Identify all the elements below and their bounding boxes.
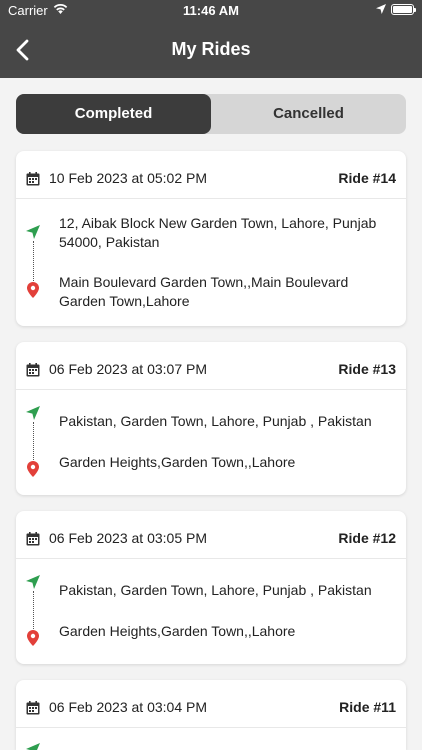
page-title: My Rides (171, 39, 251, 59)
ride-date: 06 Feb 2023 at 03:04 PM (49, 699, 207, 715)
ride-date: 06 Feb 2023 at 03:07 PM (49, 361, 207, 377)
ride-card[interactable]: 06 Feb 2023 at 03:07 PM Ride #13 Pakista… (16, 342, 406, 495)
ride-number: Ride #14 (338, 170, 396, 186)
dropoff-address: Garden Heights,Garden Town,,Lahore (59, 623, 296, 639)
dropoff-pin-icon (27, 282, 39, 298)
dropoff-address: Garden Heights,Garden Town,,Lahore (59, 454, 296, 470)
ride-card-header: 06 Feb 2023 at 03:05 PM Ride #12 (16, 511, 406, 559)
route-connector (33, 422, 34, 460)
pickup-arrow-icon (26, 406, 40, 420)
battery-icon (391, 4, 416, 15)
pickup-address: Pakistan, Garden Town, Lahore, Punjab , … (59, 413, 372, 429)
pickup-address: 12, Aibak Block New Garden Town, Lahore,… (59, 215, 377, 250)
ride-number: Ride #11 (339, 699, 396, 715)
ride-date: 10 Feb 2023 at 05:02 PM (49, 170, 207, 186)
pickup-arrow-icon (26, 575, 40, 589)
route-connector (33, 241, 34, 281)
ride-card-header: 10 Feb 2023 at 05:02 PM Ride #14 (16, 151, 406, 199)
calendar-icon (26, 532, 40, 546)
location-arrow-icon (376, 4, 386, 14)
ride-status-tabs: Completed Cancelled (16, 94, 406, 134)
dropoff-pin-icon (27, 630, 39, 646)
pickup-address: Pakistan, Garden Town, Lahore, Punjab , … (59, 582, 372, 598)
ride-number: Ride #13 (338, 361, 396, 377)
status-bar: Carrier 11:46 AM (0, 0, 422, 22)
ride-card[interactable]: 06 Feb 2023 at 03:04 PM Ride #11 (16, 680, 406, 750)
ride-card-header: 06 Feb 2023 at 03:07 PM Ride #13 (16, 342, 406, 390)
pickup-arrow-icon (26, 743, 40, 750)
calendar-icon (26, 363, 40, 377)
pickup-arrow-icon (26, 225, 40, 239)
route-connector (33, 591, 34, 629)
tab-completed[interactable]: Completed (16, 94, 211, 134)
clock: 11:46 AM (183, 3, 239, 18)
ride-number: Ride #12 (338, 530, 396, 546)
ride-card[interactable]: 06 Feb 2023 at 03:05 PM Ride #12 Pakista… (16, 511, 406, 664)
ride-date: 06 Feb 2023 at 03:05 PM (49, 530, 207, 546)
calendar-icon (26, 701, 40, 715)
calendar-icon (26, 172, 40, 186)
ride-card-header: 06 Feb 2023 at 03:04 PM Ride #11 (16, 680, 406, 728)
ride-card[interactable]: 10 Feb 2023 at 05:02 PM Ride #14 12, Aib… (16, 151, 406, 326)
tab-cancelled[interactable]: Cancelled (211, 94, 406, 134)
dropoff-pin-icon (27, 461, 39, 477)
dropoff-address: Main Boulevard Garden Town,,Main Bouleva… (59, 274, 349, 309)
app-header: Carrier 11:46 AM My Rides (0, 0, 422, 78)
